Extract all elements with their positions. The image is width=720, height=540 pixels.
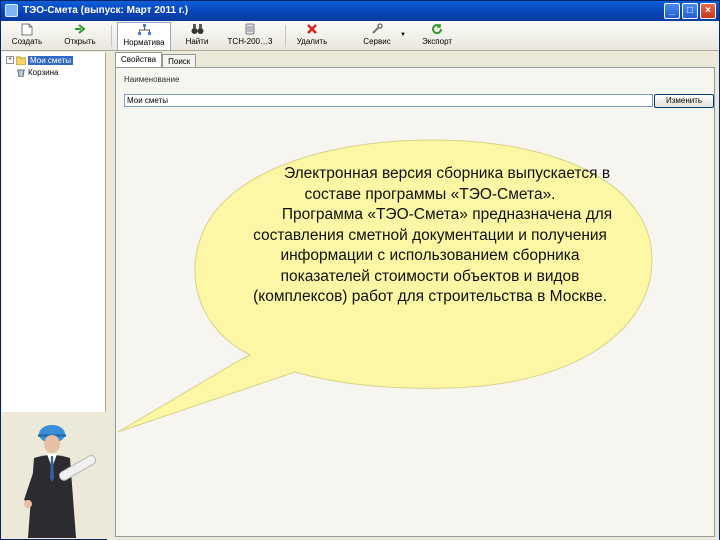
rename-button[interactable]: Изменить bbox=[654, 94, 714, 108]
window-title: ТЭО-Смета (выпуск: Март 2011 г.) bbox=[23, 5, 189, 16]
tab-search[interactable]: Поиск bbox=[162, 54, 197, 68]
delete-button[interactable]: Удалить bbox=[291, 22, 333, 50]
tab-properties[interactable]: Свойства bbox=[115, 52, 163, 68]
expand-icon[interactable]: + bbox=[6, 56, 14, 64]
window-controls: _ □ × bbox=[664, 3, 716, 19]
export-label: Экспорт bbox=[421, 37, 453, 46]
normatives-button[interactable]: Норматива bbox=[117, 22, 171, 50]
tree-structure-icon bbox=[137, 24, 151, 37]
tree-item-trash[interactable]: Корзина bbox=[16, 66, 58, 78]
folder-icon bbox=[15, 56, 27, 65]
service-label: Сервис bbox=[363, 37, 391, 46]
close-button[interactable]: × bbox=[700, 3, 716, 19]
create-label: Создать bbox=[11, 37, 43, 46]
tsn-label: ТСН-200…3 bbox=[227, 37, 273, 46]
service-button[interactable]: Сервис bbox=[355, 22, 399, 50]
name-field-label: Наименование bbox=[124, 75, 180, 84]
create-button[interactable]: Создать bbox=[7, 22, 47, 50]
toolbar: Создать Открыть Норматива Найти ТСН-200…… bbox=[1, 21, 719, 51]
tree-item-label: Корзина bbox=[28, 67, 59, 77]
callout-paragraph-2: Программа «ТЭО-Смета» предназначена для … bbox=[253, 206, 613, 305]
tree-item-my-estimates[interactable]: + Мои сметы bbox=[6, 54, 73, 66]
title-bar[interactable]: ТЭО-Смета (выпуск: Март 2011 г.) _ □ × bbox=[1, 1, 719, 21]
new-document-icon bbox=[20, 23, 34, 36]
tab-strip: Свойства Поиск bbox=[115, 52, 197, 68]
toolbar-separator bbox=[285, 25, 286, 47]
delete-x-icon bbox=[305, 23, 319, 36]
name-input[interactable]: Мои сметы bbox=[124, 94, 653, 107]
database-icon bbox=[243, 23, 257, 36]
open-arrow-icon bbox=[73, 23, 87, 36]
toolbar-separator bbox=[111, 25, 112, 47]
trash-icon bbox=[16, 68, 26, 77]
find-button[interactable]: Найти bbox=[177, 22, 217, 50]
find-label: Найти bbox=[185, 37, 209, 46]
maximize-button[interactable]: □ bbox=[682, 3, 698, 19]
open-label: Открыть bbox=[64, 37, 96, 46]
refresh-export-icon bbox=[430, 23, 444, 36]
app-icon bbox=[5, 4, 18, 17]
delete-label: Удалить bbox=[296, 37, 328, 46]
binoculars-icon bbox=[190, 23, 204, 36]
service-dropdown-arrow-icon[interactable]: ▼ bbox=[400, 32, 406, 38]
speech-bubble-text: Электронная версия сборника выпускается … bbox=[246, 164, 614, 308]
tree-item-label: Мои сметы bbox=[28, 55, 73, 65]
normatives-label: Норматива bbox=[123, 38, 165, 47]
callout-paragraph-1: Электронная версия сборника выпускается … bbox=[283, 165, 611, 203]
export-button[interactable]: Экспорт bbox=[417, 22, 457, 50]
builder-illustration bbox=[24, 425, 97, 538]
open-button[interactable]: Открыть bbox=[57, 22, 103, 50]
wrench-icon bbox=[370, 23, 384, 36]
minimize-button[interactable]: _ bbox=[664, 3, 680, 19]
navigation-tree: + Мои сметы Корзина bbox=[2, 52, 106, 412]
tsn-button[interactable]: ТСН-200…3 bbox=[223, 22, 277, 50]
